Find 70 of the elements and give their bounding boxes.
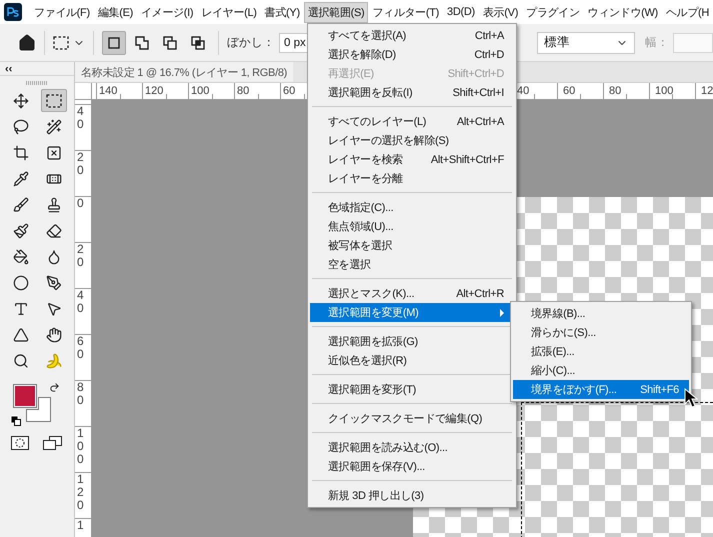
- menu-item[interactable]: クイックマスクモードで編集(Q): [310, 409, 514, 428]
- menu-item[interactable]: レイヤーの選択を解除(S): [310, 131, 514, 150]
- ruler-number: 40: [76, 289, 85, 316]
- ruler-number: 100: [649, 83, 695, 99]
- menu-title[interactable]: 表示(V): [478, 2, 522, 22]
- menu-title[interactable]: プラグイン: [522, 2, 584, 22]
- ruler-number: 12: [695, 83, 713, 99]
- menu-item[interactable]: 近似色を選択(R): [310, 351, 514, 370]
- menu-item[interactable]: 境界線(B)...: [513, 304, 689, 323]
- menu-item[interactable]: 被写体を選択: [310, 236, 514, 255]
- menu-title[interactable]: 選択範囲(S): [304, 2, 368, 22]
- feather-label: ぼかし：: [227, 36, 275, 50]
- menu-title[interactable]: 3D(D): [443, 3, 479, 21]
- ruler-number: 0: [76, 197, 85, 210]
- swap-arrow-icon[interactable]: [49, 382, 60, 393]
- menu-item[interactable]: 滑らかに(S)...: [513, 323, 689, 342]
- menu-item[interactable]: 選択とマスク(K)... Alt+Ctrl+R: [310, 284, 514, 303]
- menu-item[interactable]: 新規 3D 押し出し(3): [310, 486, 514, 505]
- width-field[interactable]: [673, 32, 713, 52]
- menu-item[interactable]: 色域指定(C)...: [310, 198, 514, 217]
- submenu-arrow-icon: [500, 308, 504, 316]
- default-colors-icon[interactable]: [11, 416, 21, 426]
- background-color-swatch[interactable]: [26, 397, 51, 422]
- menu-title[interactable]: 書式(Y): [260, 2, 304, 22]
- ruler-number: 100: [188, 83, 234, 99]
- menu-item[interactable]: 選択範囲を読み込む(O)...: [310, 438, 514, 457]
- menu-item[interactable]: 選択範囲を保存(V)...: [310, 457, 514, 476]
- menu-title[interactable]: フィルター(T): [368, 2, 444, 22]
- app-logo-icon: [4, 3, 22, 21]
- menu-title[interactable]: 編集(E): [94, 2, 137, 22]
- mouse-cursor-icon: [684, 388, 698, 408]
- home-icon[interactable]: [18, 34, 36, 52]
- ruler-number: 60: [557, 83, 603, 99]
- width-label: 幅：: [645, 36, 669, 50]
- document-tab[interactable]: 名称未設定 1 @ 16.7% (レイヤー 1, RGB/8): [75, 62, 294, 82]
- new-selection-icon[interactable]: [102, 30, 126, 54]
- ruler-number: 60: [76, 335, 85, 362]
- ruler-number: 140: [96, 83, 142, 99]
- ruler-number: 40: [76, 105, 85, 132]
- menu-item[interactable]: 焦点領域(U)...: [310, 217, 514, 236]
- menu-title[interactable]: イメージ(I): [136, 2, 198, 22]
- collapse-toggle[interactable]: ‹‹: [5, 62, 12, 74]
- style-dropdown[interactable]: 標準: [537, 32, 635, 54]
- ruler-number: 20: [76, 151, 85, 178]
- ruler-number: 100: [76, 427, 85, 467]
- menu-item[interactable]: 縮小(C)...: [513, 361, 689, 380]
- quick-mask-icon[interactable]: [11, 436, 29, 450]
- menu-item[interactable]: 拡張(E)...: [513, 342, 689, 361]
- menu-title[interactable]: レイヤー(L): [197, 2, 261, 22]
- ruler-number: 80: [234, 83, 280, 99]
- menu-title[interactable]: ヘルプ(H: [662, 2, 713, 22]
- menu-item[interactable]: レイヤーを分離: [310, 169, 514, 188]
- menu-item[interactable]: 境界をぼかす(F)... Shift+F6: [513, 380, 689, 399]
- menu-item[interactable]: 空を選択: [310, 255, 514, 274]
- menu-title[interactable]: ウィンドウ(W): [584, 2, 662, 22]
- marquee-icon[interactable]: [40, 89, 66, 112]
- screen-mode-icon[interactable]: [43, 436, 63, 450]
- foreground-color-swatch[interactable]: [13, 384, 37, 408]
- ruler-number: 80: [603, 83, 649, 99]
- ruler-number: 20: [76, 243, 85, 270]
- menu-item[interactable]: 選択範囲を拡張(G): [310, 332, 514, 351]
- ruler-number: 1: [76, 519, 85, 532]
- ruler-number: 80: [76, 381, 85, 408]
- menu-title[interactable]: ファイル(F): [30, 2, 94, 22]
- menu-item[interactable]: レイヤーを検索 Alt+Shift+Ctrl+F: [310, 150, 514, 169]
- ruler-number: 120: [142, 83, 188, 99]
- ruler-number: 120: [76, 473, 85, 513]
- marquee-icon[interactable]: [53, 36, 69, 50]
- menu-item[interactable]: すべてのレイヤー(L) Alt+Ctrl+A: [310, 112, 514, 131]
- menu-item[interactable]: 選択範囲を変形(T): [310, 380, 514, 399]
